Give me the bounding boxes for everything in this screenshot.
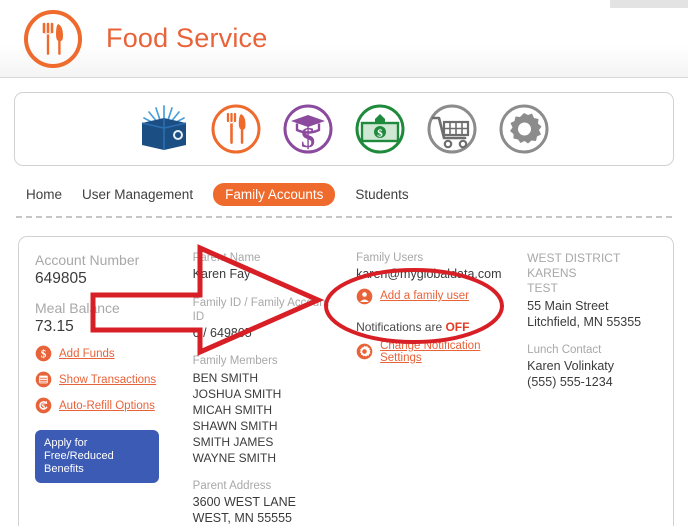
parent-address-line: WEST, MN 55555: [193, 511, 340, 526]
family-id-label: Family ID / Family Account ID: [193, 296, 340, 324]
family-info-column: Parent Name Karen Fay Family ID / Family…: [185, 251, 348, 526]
show-transactions-label: Show Transactions: [59, 374, 156, 386]
gear-icon[interactable]: [497, 102, 551, 156]
add-family-user-link[interactable]: Add a family user: [356, 288, 511, 305]
show-transactions-link[interactable]: Show Transactions: [35, 371, 177, 388]
change-notification-settings-link[interactable]: Change Notification Settings: [356, 340, 511, 364]
family-member-item: MICAH SMITH: [193, 402, 340, 418]
meal-balance-label: Meal Balance: [35, 299, 177, 317]
nav-divider: [16, 216, 672, 218]
add-funds-link[interactable]: $ Add Funds: [35, 345, 177, 362]
family-member-item: WAYNE SMITH: [193, 450, 340, 466]
district-info-column: WEST DISTRICT KARENS TEST 55 Main Street…: [519, 251, 673, 526]
auto-refill-options-link[interactable]: $ Auto-Refill Options: [35, 397, 177, 414]
family-member-item: SMITH JAMES: [193, 434, 340, 450]
family-users-column: Family Users karen@myglobaldata.com Add …: [348, 251, 519, 526]
notifications-status-value: OFF: [445, 320, 469, 334]
meal-balance-value: 73.15: [35, 317, 177, 336]
notifications-status: Notifications are OFF: [356, 320, 511, 334]
svg-text:$: $: [301, 123, 315, 154]
nav-item-home[interactable]: Home: [26, 187, 62, 202]
apply-free-reduced-benefits-button[interactable]: Apply for Free/Reduced Benefits: [35, 430, 159, 483]
family-members-label: Family Members: [193, 354, 340, 368]
district-address-line: 55 Main Street: [527, 299, 665, 315]
main-nav: Home User Management Family Accounts Stu…: [0, 182, 688, 206]
fork-knife-icon[interactable]: [209, 102, 263, 156]
lunch-contact-label: Lunch Contact: [527, 343, 665, 357]
app-header: Food Service: [0, 0, 688, 78]
account-summary-column: Account Number 649805 Meal Balance 73.15…: [19, 251, 185, 526]
module-icon-toolbar: $ $: [14, 92, 674, 166]
account-number-label: Account Number: [35, 251, 177, 269]
account-number-value: 649805: [35, 269, 177, 288]
parent-address-label: Parent Address: [193, 479, 340, 493]
family-member-item: JOSHUA SMITH: [193, 386, 340, 402]
parent-address-line: 3600 WEST LANE: [193, 495, 340, 511]
family-user-email: karen@myglobaldata.com: [356, 267, 511, 283]
notifications-status-prefix: Notifications are: [356, 320, 445, 334]
nav-item-user-management[interactable]: User Management: [82, 187, 193, 202]
dollar-bill-icon[interactable]: $: [353, 102, 407, 156]
auto-refill-options-label: Auto-Refill Options: [59, 400, 155, 412]
svg-text:$: $: [41, 402, 45, 411]
svg-text:$: $: [377, 128, 383, 140]
gear-circle-icon: [356, 343, 373, 360]
family-account-panel: Account Number 649805 Meal Balance 73.15…: [18, 236, 674, 526]
add-family-user-label: Add a family user: [380, 290, 469, 302]
refill-circle-icon: $: [35, 397, 52, 414]
shopping-cart-icon[interactable]: [425, 102, 479, 156]
district-address-line: Litchfield, MN 55355: [527, 315, 665, 331]
district-name-line: WEST DISTRICT KARENS: [527, 251, 665, 281]
change-notification-settings-label: Change Notification Settings: [380, 340, 511, 364]
nav-item-students[interactable]: Students: [355, 187, 408, 202]
family-id-value: 6 / 649805: [193, 326, 340, 342]
parent-name-label: Parent Name: [193, 251, 340, 265]
header-right-bar: [610, 0, 688, 8]
lunch-contact-phone: (555) 555-1234: [527, 375, 665, 391]
list-circle-icon: [35, 371, 52, 388]
svg-text:$: $: [41, 348, 47, 360]
person-circle-icon: [356, 288, 373, 305]
dollar-circle-icon: $: [35, 345, 52, 362]
page-title: Food Service: [106, 23, 267, 54]
family-member-item: SHAWN SMITH: [193, 418, 340, 434]
wallet-book-icon[interactable]: [137, 102, 191, 156]
nav-item-family-accounts[interactable]: Family Accounts: [213, 183, 335, 206]
fork-knife-circle-icon: [22, 8, 84, 70]
family-member-item: BEN SMITH: [193, 370, 340, 386]
add-funds-label: Add Funds: [59, 348, 115, 360]
district-name-line: TEST: [527, 281, 665, 296]
parent-name-value: Karen Fay: [193, 267, 340, 283]
lunch-contact-name: Karen Volinkaty: [527, 359, 665, 375]
graduation-cap-dollar-icon[interactable]: $: [281, 102, 335, 156]
family-users-label: Family Users: [356, 251, 511, 265]
